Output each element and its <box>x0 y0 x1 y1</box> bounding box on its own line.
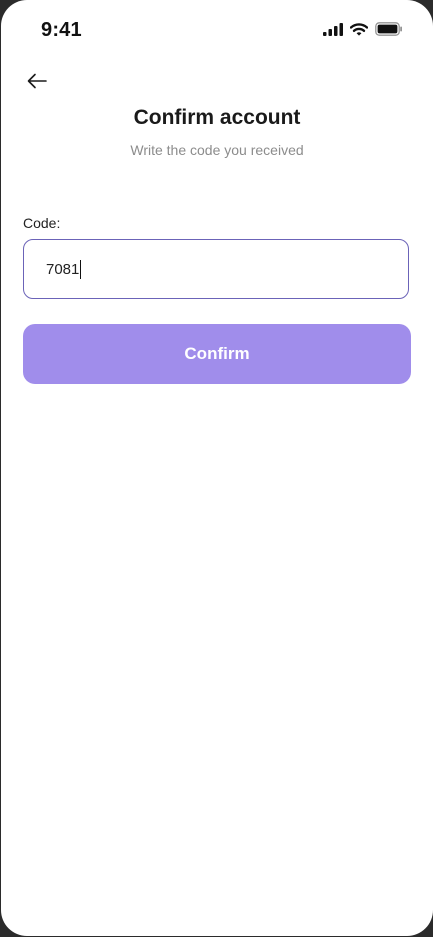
code-label: Code: <box>23 215 61 231</box>
status-time: 9:41 <box>41 19 82 41</box>
code-input[interactable]: 7081 <box>23 239 409 299</box>
confirm-button[interactable]: Confirm <box>23 324 411 384</box>
text-caret <box>80 259 82 279</box>
back-button[interactable] <box>23 70 51 96</box>
status-icons <box>323 22 403 41</box>
page-title: Confirm account <box>133 106 301 129</box>
page-subtitle: Write the code you received <box>130 142 304 158</box>
status-bar: 9:41 <box>1 0 433 56</box>
cellular-signal-icon <box>323 22 343 41</box>
arrow-left-icon <box>27 73 47 94</box>
wifi-icon <box>349 22 369 41</box>
battery-icon <box>375 22 403 41</box>
code-input-value: 7081 <box>46 260 80 278</box>
phone-screen: 9:41 Confirm account Write the code you … <box>1 0 433 936</box>
